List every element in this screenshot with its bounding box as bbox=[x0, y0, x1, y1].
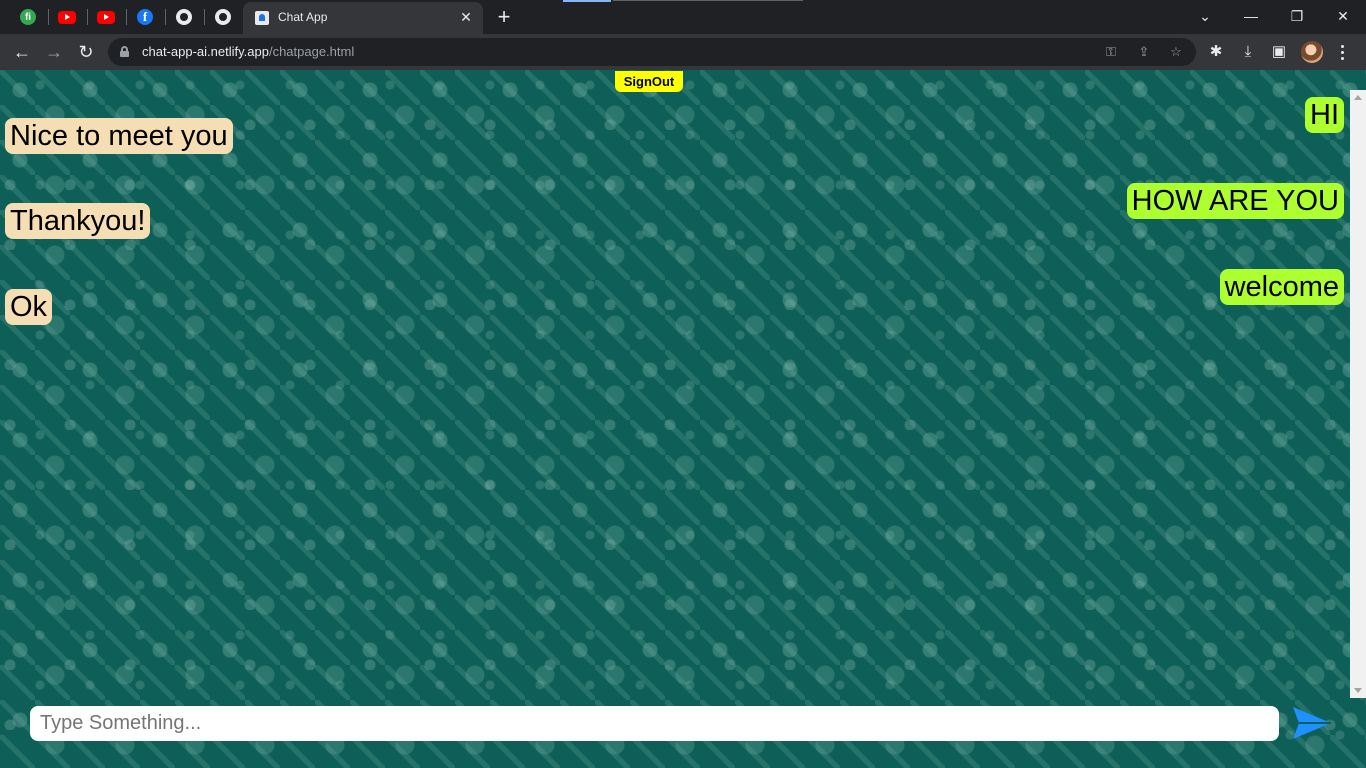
side-panel-icon[interactable]: ▣ bbox=[1269, 42, 1289, 62]
lock-icon[interactable] bbox=[120, 46, 129, 57]
globe-icon bbox=[215, 9, 231, 25]
pinned-tab-1[interactable]: fi bbox=[10, 5, 46, 29]
address-bar[interactable]: chat-app-ai.netlify.app/chatpage.html ⚿ … bbox=[108, 38, 1196, 66]
share-icon[interactable]: ⇪ bbox=[1135, 43, 1153, 61]
message-input[interactable] bbox=[30, 706, 1279, 741]
tab-strip: fi f Chat App ✕ + ⌄ — ❐ ✕ bbox=[0, 0, 1366, 34]
received-message: Nice to meet you bbox=[5, 118, 233, 154]
menu-kebab-icon[interactable] bbox=[1336, 40, 1348, 64]
site-favicon-icon bbox=[255, 11, 269, 25]
minimize-button[interactable]: — bbox=[1228, 0, 1274, 32]
tab-chat-app[interactable]: Chat App ✕ bbox=[243, 2, 483, 34]
send-icon[interactable] bbox=[1291, 704, 1333, 742]
messages-scrollbar[interactable] bbox=[1350, 90, 1366, 698]
pinned-tab-4[interactable]: f bbox=[127, 5, 163, 29]
loading-track bbox=[613, 0, 803, 1]
youtube-icon bbox=[97, 10, 115, 24]
pinned-tab-2[interactable] bbox=[49, 5, 85, 29]
key-icon[interactable]: ⚿ bbox=[1102, 43, 1120, 61]
forward-button[interactable]: → bbox=[40, 38, 68, 66]
fh-icon: fi bbox=[20, 9, 36, 25]
signout-button[interactable]: SignOut bbox=[615, 71, 683, 92]
pinned-tab-3[interactable] bbox=[88, 5, 124, 29]
facebook-icon: f bbox=[137, 9, 153, 25]
sent-message: HOW ARE YOU bbox=[1126, 183, 1344, 219]
scroll-down-arrow-icon[interactable] bbox=[1354, 688, 1362, 693]
tab-search-button[interactable]: ⌄ bbox=[1182, 0, 1228, 32]
restore-button[interactable]: ❐ bbox=[1274, 0, 1320, 32]
extensions-icon[interactable]: ✱ bbox=[1206, 42, 1226, 62]
tab-title: Chat App bbox=[278, 10, 328, 24]
loading-indicator bbox=[563, 0, 611, 2]
reload-button[interactable]: ↻ bbox=[72, 38, 100, 66]
url-text[interactable]: chat-app-ai.netlify.app/chatpage.html bbox=[142, 44, 354, 59]
pinned-tab-6[interactable] bbox=[205, 5, 241, 29]
globe-icon bbox=[176, 9, 192, 25]
back-button[interactable]: ← bbox=[8, 38, 36, 66]
youtube-icon bbox=[58, 10, 76, 24]
scroll-up-arrow-icon[interactable] bbox=[1354, 95, 1362, 100]
download-icon[interactable]: ⤓ bbox=[1238, 42, 1258, 62]
profile-avatar[interactable] bbox=[1301, 41, 1323, 63]
bookmark-star-icon[interactable]: ☆ bbox=[1167, 43, 1185, 61]
close-window-button[interactable]: ✕ bbox=[1320, 0, 1366, 32]
new-tab-button[interactable]: + bbox=[491, 5, 517, 29]
received-message: Thankyou! bbox=[5, 203, 151, 239]
sent-message: welcome bbox=[1219, 269, 1344, 305]
pinned-tab-5[interactable] bbox=[166, 5, 202, 29]
sent-message: HI bbox=[1305, 97, 1344, 133]
chat-page: SignOut Nice to meet you Thankyou! Ok HI… bbox=[0, 70, 1366, 768]
received-message: Ok bbox=[5, 289, 53, 325]
tab-close-icon[interactable]: ✕ bbox=[457, 8, 475, 26]
